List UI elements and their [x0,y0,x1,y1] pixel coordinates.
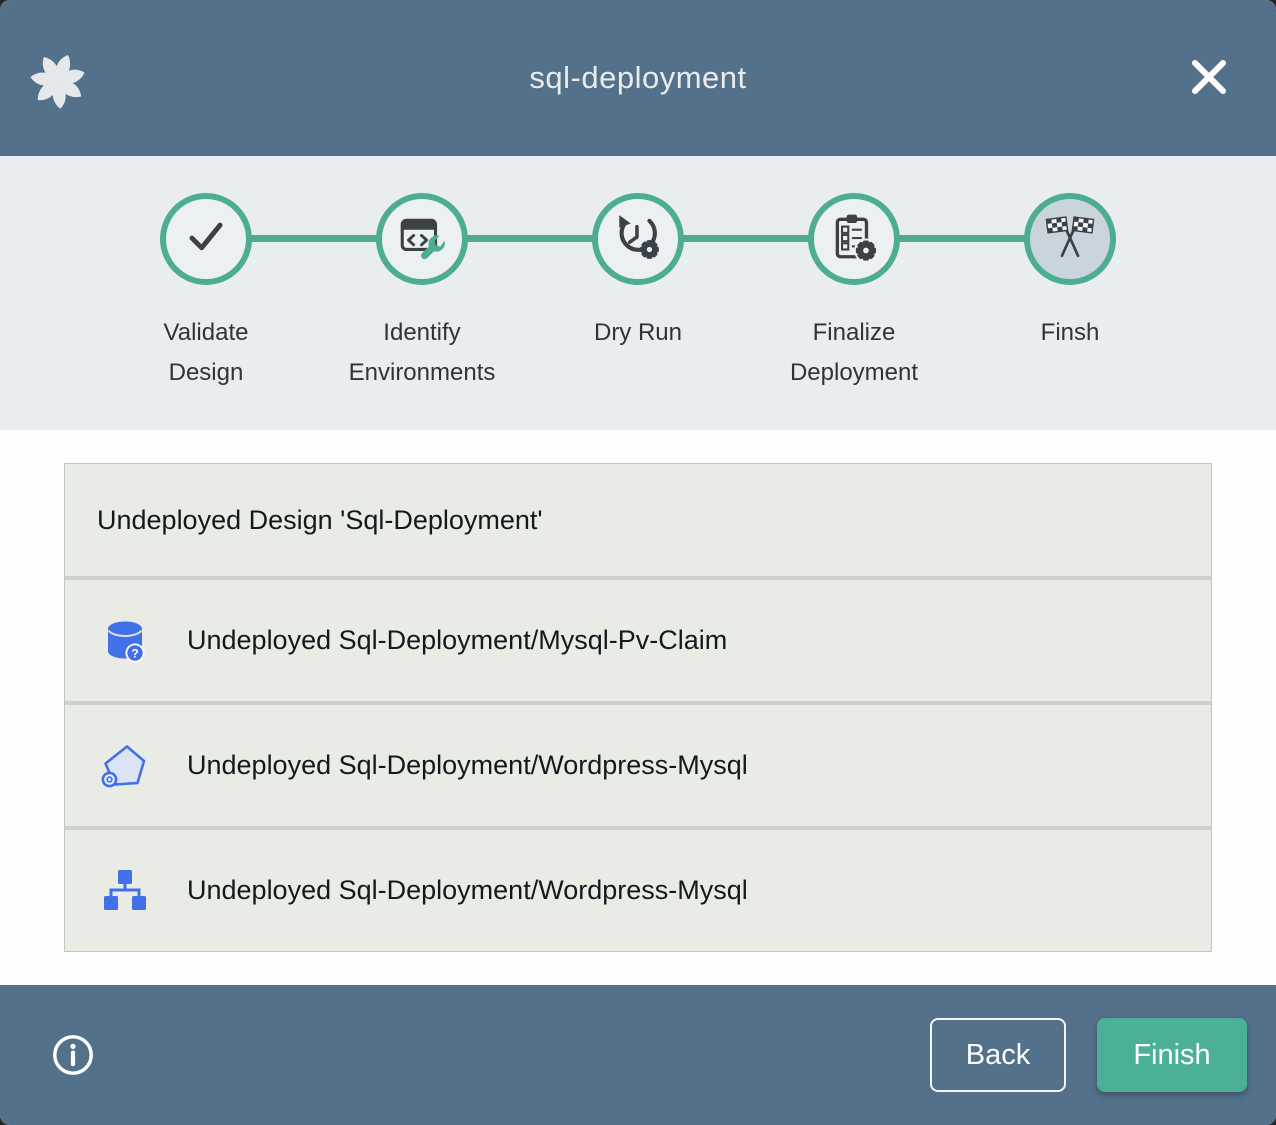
back-button[interactable]: Back [930,1018,1066,1092]
code-wrench-icon [396,211,448,268]
dialog-title: sql-deployment [0,60,1276,96]
step-label: Finalize Deployment [790,313,918,393]
dialog-footer: Back Finish [0,985,1276,1125]
step-label: Validate Design [164,313,249,393]
pentagon-node-icon [101,742,149,790]
svg-text:?: ? [131,646,138,660]
history-gear-icon [612,211,664,268]
database-question-icon: ? [101,617,149,665]
step-validate-design: Validate Design [98,193,314,393]
status-panel-area: Undeployed Design 'Sql-Deployment' ? Und… [0,430,1276,985]
dialog-header: sql-deployment [0,0,1276,156]
status-panel: Undeployed Design 'Sql-Deployment' ? Und… [64,463,1212,952]
finish-button[interactable]: Finish [1097,1018,1247,1092]
status-header-text: Undeployed Design 'Sql-Deployment' [97,505,543,536]
status-row-wordpress-mysql-deployment: Undeployed Sql-Deployment/Wordpress-Mysq… [65,830,1211,951]
status-row-text: Undeployed Sql-Deployment/Wordpress-Mysq… [187,750,748,781]
step-validate-design-circle[interactable] [160,193,252,285]
app-pinwheel-logo [28,50,88,112]
step-finalize-deployment-circle[interactable] [808,193,900,285]
deployment-wizard-dialog: sql-deployment Validate Design [0,0,1276,1125]
step-label: Identify Environments [349,313,496,393]
step-identify-environments: Identify Environments [314,193,530,393]
clipboard-gear-icon [828,211,880,268]
info-icon[interactable] [50,1032,96,1078]
step-finalize-deployment: Finalize Deployment [746,193,962,393]
step-finish-circle[interactable] [1024,193,1116,285]
close-icon[interactable] [1184,52,1234,102]
check-icon [180,211,232,268]
step-dry-run-circle[interactable] [592,193,684,285]
status-row-text: Undeployed Sql-Deployment/Mysql-Pv-Claim [187,625,727,656]
step-finish: Finsh [962,193,1178,393]
status-header-row: Undeployed Design 'Sql-Deployment' [65,464,1211,576]
status-row-wordpress-mysql-service: Undeployed Sql-Deployment/Wordpress-Mysq… [65,705,1211,826]
step-label: Dry Run [594,313,682,353]
step-identify-environments-circle[interactable] [376,193,468,285]
step-label: Finsh [1041,313,1100,353]
status-row-mysql-pv-claim: ? Undeployed Sql-Deployment/Mysql-Pv-Cla… [65,580,1211,701]
wizard-stepper: Validate Design Identify Environments [0,156,1276,430]
step-dry-run: Dry Run [530,193,746,393]
topology-icon [101,867,149,915]
status-row-text: Undeployed Sql-Deployment/Wordpress-Mysq… [187,875,748,906]
checkered-flags-icon [1045,212,1095,267]
